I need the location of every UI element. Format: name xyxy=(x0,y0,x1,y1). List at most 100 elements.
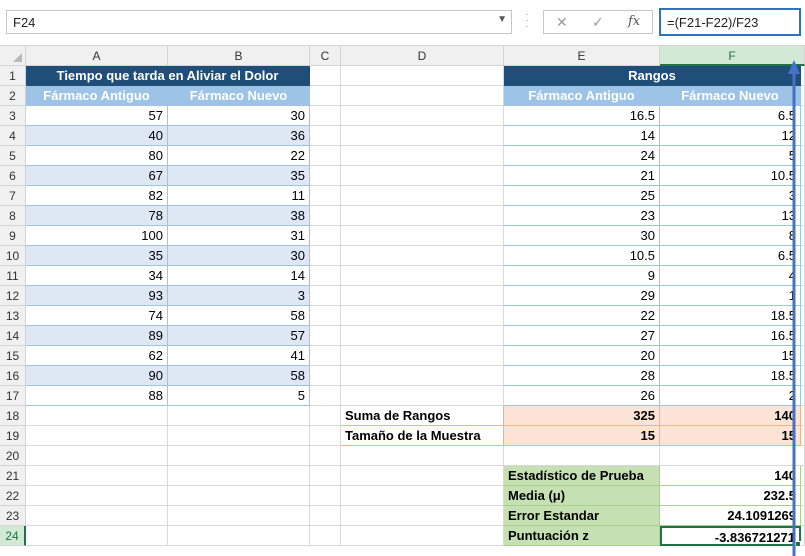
summary-value-f[interactable]: 140 xyxy=(660,406,801,426)
cell[interactable] xyxy=(26,446,168,466)
cell[interactable] xyxy=(341,326,504,346)
left-table-header[interactable]: Fármaco Nuevo xyxy=(168,86,310,106)
table-cell[interactable]: 82 xyxy=(26,186,168,206)
stat-value[interactable]: 140 xyxy=(660,466,801,486)
cell[interactable] xyxy=(341,446,504,466)
row-header-11[interactable]: 11 xyxy=(0,266,26,286)
cell[interactable] xyxy=(504,446,660,466)
table-cell[interactable]: 62 xyxy=(26,346,168,366)
cell[interactable] xyxy=(26,466,168,486)
table-cell[interactable]: 58 xyxy=(168,306,310,326)
table-cell[interactable]: 16.5 xyxy=(660,326,801,346)
formula-input[interactable]: =(F21-F22)/F23 xyxy=(659,8,801,36)
cell[interactable] xyxy=(168,486,310,506)
cell[interactable] xyxy=(341,246,504,266)
table-cell[interactable]: 88 xyxy=(26,386,168,406)
table-cell[interactable]: 1 xyxy=(660,286,801,306)
column-header-e[interactable]: E xyxy=(504,46,660,66)
cell[interactable] xyxy=(341,146,504,166)
table-cell[interactable]: 14 xyxy=(168,266,310,286)
confirm-icon[interactable]: ✓ xyxy=(592,14,604,31)
cell[interactable] xyxy=(341,506,504,526)
table-cell[interactable]: 14 xyxy=(504,126,660,146)
table-cell[interactable]: 10.5 xyxy=(504,246,660,266)
cancel-icon[interactable]: ✕ xyxy=(556,14,568,31)
table-cell[interactable]: 26 xyxy=(504,386,660,406)
cell[interactable] xyxy=(341,486,504,506)
table-cell[interactable]: 31 xyxy=(168,226,310,246)
table-cell[interactable]: 25 xyxy=(504,186,660,206)
stat-label[interactable]: Puntuación z xyxy=(504,526,660,546)
row-header-16[interactable]: 16 xyxy=(0,366,26,386)
row-header-1[interactable]: 1 xyxy=(0,66,26,86)
table-cell[interactable]: 13 xyxy=(660,206,801,226)
table-cell[interactable]: 15 xyxy=(660,346,801,366)
row-header-2[interactable]: 2 xyxy=(0,86,26,106)
row-header-3[interactable]: 3 xyxy=(0,106,26,126)
cell[interactable] xyxy=(310,246,341,266)
drag-handle-icon[interactable]: · · · xyxy=(522,10,532,32)
cell[interactable] xyxy=(26,486,168,506)
summary-value-f[interactable]: 15 xyxy=(660,426,801,446)
cell[interactable] xyxy=(310,186,341,206)
row-header-12[interactable]: 12 xyxy=(0,286,26,306)
cell[interactable] xyxy=(168,406,310,426)
right-table-title[interactable]: Rangos xyxy=(504,66,801,86)
row-header-19[interactable]: 19 xyxy=(0,426,26,446)
table-cell[interactable]: 30 xyxy=(504,226,660,246)
table-cell[interactable]: 11 xyxy=(168,186,310,206)
row-header-5[interactable]: 5 xyxy=(0,146,26,166)
table-cell[interactable]: 58 xyxy=(168,366,310,386)
row-header-20[interactable]: 20 xyxy=(0,446,26,466)
row-header-24[interactable]: 24 xyxy=(0,526,26,546)
cell[interactable] xyxy=(310,506,341,526)
stat-label[interactable]: Error Estandar xyxy=(504,506,660,526)
cell[interactable] xyxy=(310,286,341,306)
row-header-10[interactable]: 10 xyxy=(0,246,26,266)
table-cell[interactable]: 24 xyxy=(504,146,660,166)
cell[interactable] xyxy=(310,126,341,146)
insert-function-icon[interactable]: fx xyxy=(628,14,640,29)
cell[interactable] xyxy=(310,466,341,486)
column-header-b[interactable]: B xyxy=(168,46,310,66)
table-cell[interactable]: 35 xyxy=(168,166,310,186)
table-cell[interactable]: 22 xyxy=(168,146,310,166)
table-cell[interactable]: 23 xyxy=(504,206,660,226)
cell[interactable] xyxy=(310,326,341,346)
row-header-14[interactable]: 14 xyxy=(0,326,26,346)
cell[interactable] xyxy=(341,206,504,226)
table-cell[interactable]: 5 xyxy=(660,146,801,166)
cell[interactable] xyxy=(341,286,504,306)
table-cell[interactable]: 41 xyxy=(168,346,310,366)
right-table-header[interactable]: Fármaco Nuevo xyxy=(660,86,801,106)
table-cell[interactable]: 57 xyxy=(26,106,168,126)
active-cell[interactable]: -3.836721271 xyxy=(660,526,801,546)
table-cell[interactable]: 4 xyxy=(660,266,801,286)
row-header-9[interactable]: 9 xyxy=(0,226,26,246)
row-header-22[interactable]: 22 xyxy=(0,486,26,506)
table-cell[interactable]: 16.5 xyxy=(504,106,660,126)
name-box[interactable]: F24 ▼ xyxy=(6,10,512,34)
summary-label[interactable]: Tamaño de la Muestra xyxy=(341,426,504,446)
table-cell[interactable]: 29 xyxy=(504,286,660,306)
table-cell[interactable]: 89 xyxy=(26,326,168,346)
table-cell[interactable]: 10.5 xyxy=(660,166,801,186)
right-table-header[interactable]: Fármaco Antiguo xyxy=(504,86,660,106)
table-cell[interactable]: 67 xyxy=(26,166,168,186)
table-cell[interactable]: 34 xyxy=(26,266,168,286)
cell[interactable] xyxy=(341,386,504,406)
cell[interactable] xyxy=(310,406,341,426)
cell[interactable] xyxy=(341,526,504,546)
table-cell[interactable]: 27 xyxy=(504,326,660,346)
column-header-d[interactable]: D xyxy=(341,46,504,66)
cell[interactable] xyxy=(310,366,341,386)
row-header-8[interactable]: 8 xyxy=(0,206,26,226)
row-header-21[interactable]: 21 xyxy=(0,466,26,486)
table-cell[interactable]: 6.5 xyxy=(660,106,801,126)
cell[interactable] xyxy=(310,266,341,286)
stat-value[interactable]: 24.1091269 xyxy=(660,506,801,526)
table-cell[interactable]: 28 xyxy=(504,366,660,386)
cell[interactable] xyxy=(168,426,310,446)
table-cell[interactable]: 12 xyxy=(660,126,801,146)
table-cell[interactable]: 3 xyxy=(660,186,801,206)
